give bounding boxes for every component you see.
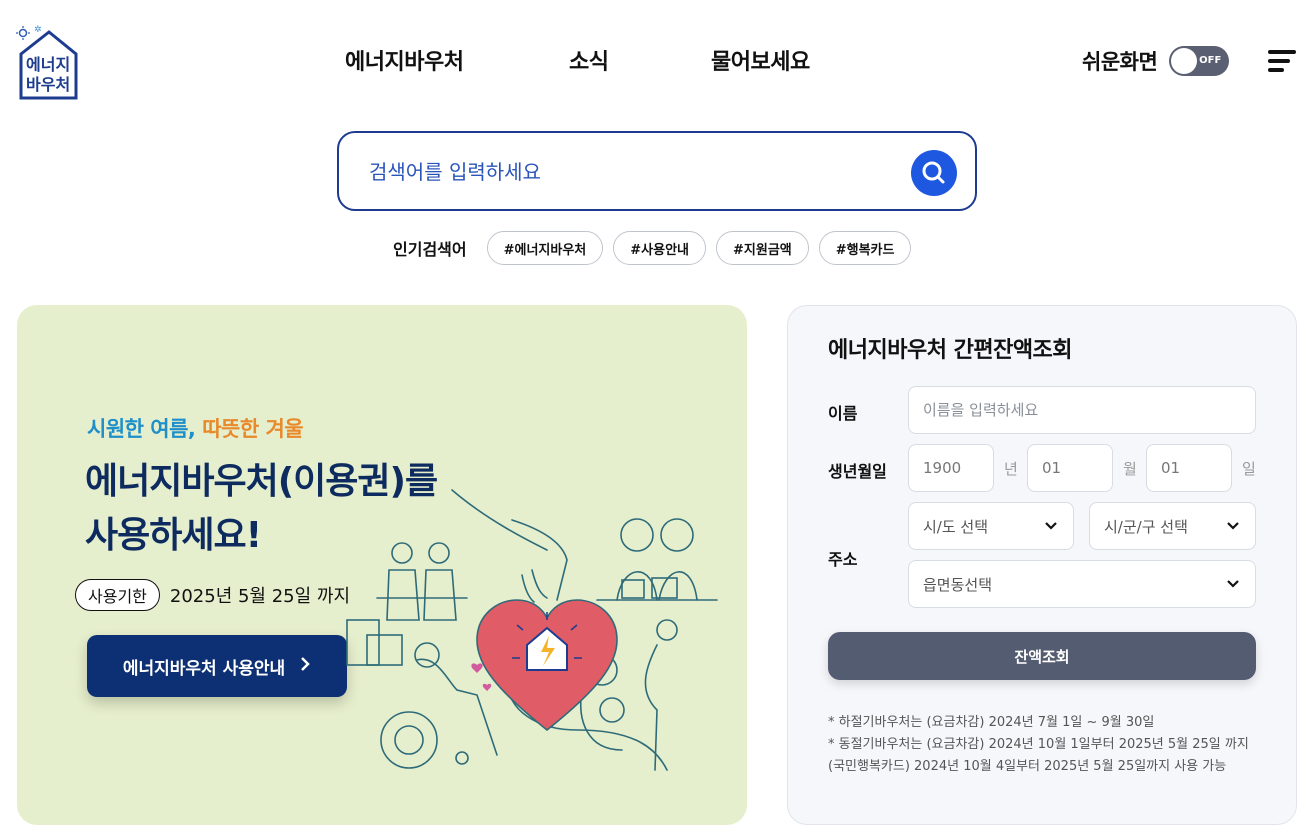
logo-text-line2: 바우처 (26, 75, 70, 94)
subtitle-cool: 시원한 여름, (87, 417, 196, 441)
note-summer: * 하절기바우처는 (요금차감) 2024년 7월 1일 ~ 9월 30일 (828, 715, 1155, 730)
toggle-state: OFF (1199, 55, 1222, 66)
usage-guide-label: 에너지바우처 사용안내 (122, 658, 286, 679)
tag-energy-voucher[interactable]: #에너지바우처 (486, 231, 604, 265)
nav-faq[interactable]: 물어보세요 (711, 44, 810, 76)
month-unit: 월 (1123, 460, 1137, 478)
subtitle-warm: 따뜻한 겨울 (202, 417, 304, 441)
chevron-down-icon (1227, 522, 1239, 530)
birth-month-input[interactable]: 01 (1027, 444, 1113, 492)
name-input[interactable] (908, 386, 1256, 434)
year-unit: 년 (1004, 460, 1018, 478)
balance-check-panel: 에너지바우처 간편잔액조회 이름 생년월일 1900 년 01 월 01 일 주… (787, 305, 1297, 825)
tag-usage-guide[interactable]: #사용안내 (613, 231, 706, 265)
banner-subtitle: 시원한 여름, 따뜻한 겨울 (87, 413, 304, 443)
tag-happy-card[interactable]: #행복카드 (818, 231, 912, 265)
svg-text:✲: ✲ (34, 25, 42, 35)
eupmyeondong-value: 읍면동선택 (923, 575, 993, 594)
tag-support-amount[interactable]: #지원금액 (716, 231, 809, 265)
chevron-down-icon (1045, 522, 1057, 530)
birth-label: 생년월일 (828, 462, 887, 481)
birth-day-input[interactable]: 01 (1146, 444, 1232, 492)
chevron-right-icon (299, 656, 311, 677)
eupmyeondong-select[interactable]: 읍면동선택 (908, 560, 1256, 608)
deadline-date: 2025년 5월 25일 까지 (169, 586, 351, 607)
sigungu-select[interactable]: 시/군/구 선택 (1089, 502, 1256, 550)
notes: * 하절기바우처는 (요금차감) 2024년 7월 1일 ~ 9월 30일 * … (828, 712, 1258, 778)
search-button[interactable] (911, 150, 957, 196)
easy-mode: 쉬운화면 OFF (1082, 46, 1230, 76)
deadline: 사용기한 2025년 5월 25일 까지 (75, 579, 350, 611)
people-heart-illustration (346, 489, 718, 771)
hamburger-menu-icon[interactable] (1268, 50, 1296, 72)
check-balance-button[interactable]: 잔액조회 (828, 632, 1256, 680)
deadline-label: 사용기한 (75, 579, 160, 611)
usage-guide-button[interactable]: 에너지바우처 사용안내 (87, 635, 347, 697)
search-input[interactable] (369, 155, 889, 189)
panel-title: 에너지바우처 간편잔액조회 (828, 338, 1073, 363)
promo-banner: 시원한 여름, 따뜻한 겨울 에너지바우처(이용권)를 사용하세요! 사용기한 … (17, 305, 747, 825)
day-unit: 일 (1242, 460, 1256, 478)
toggle-knob (1171, 48, 1198, 74)
sido-value: 시/도 선택 (923, 517, 989, 536)
easy-mode-toggle[interactable]: OFF (1169, 46, 1230, 76)
sido-select[interactable]: 시/도 선택 (908, 502, 1074, 550)
easy-mode-label: 쉬운화면 (1082, 50, 1158, 74)
popular-label: 인기검색어 (393, 240, 467, 259)
search-box (337, 131, 977, 211)
nav-energy-voucher[interactable]: 에너지바우처 (345, 44, 464, 76)
name-label: 이름 (828, 404, 858, 423)
nav-news[interactable]: 소식 (569, 44, 609, 76)
birth-year-input[interactable]: 1900 (908, 444, 994, 492)
popular-searches: 인기검색어 #에너지바우처 #사용안내 #지원금액 #행복카드 (393, 231, 912, 265)
note-winter: * 동절기바우처는 (요금차감) 2024년 10월 1일부터 2025년 5월… (828, 737, 1249, 774)
address-label: 주소 (828, 550, 858, 569)
chevron-down-icon (1227, 580, 1239, 588)
sigungu-value: 시/군/구 선택 (1104, 517, 1188, 536)
search-icon (922, 161, 945, 184)
